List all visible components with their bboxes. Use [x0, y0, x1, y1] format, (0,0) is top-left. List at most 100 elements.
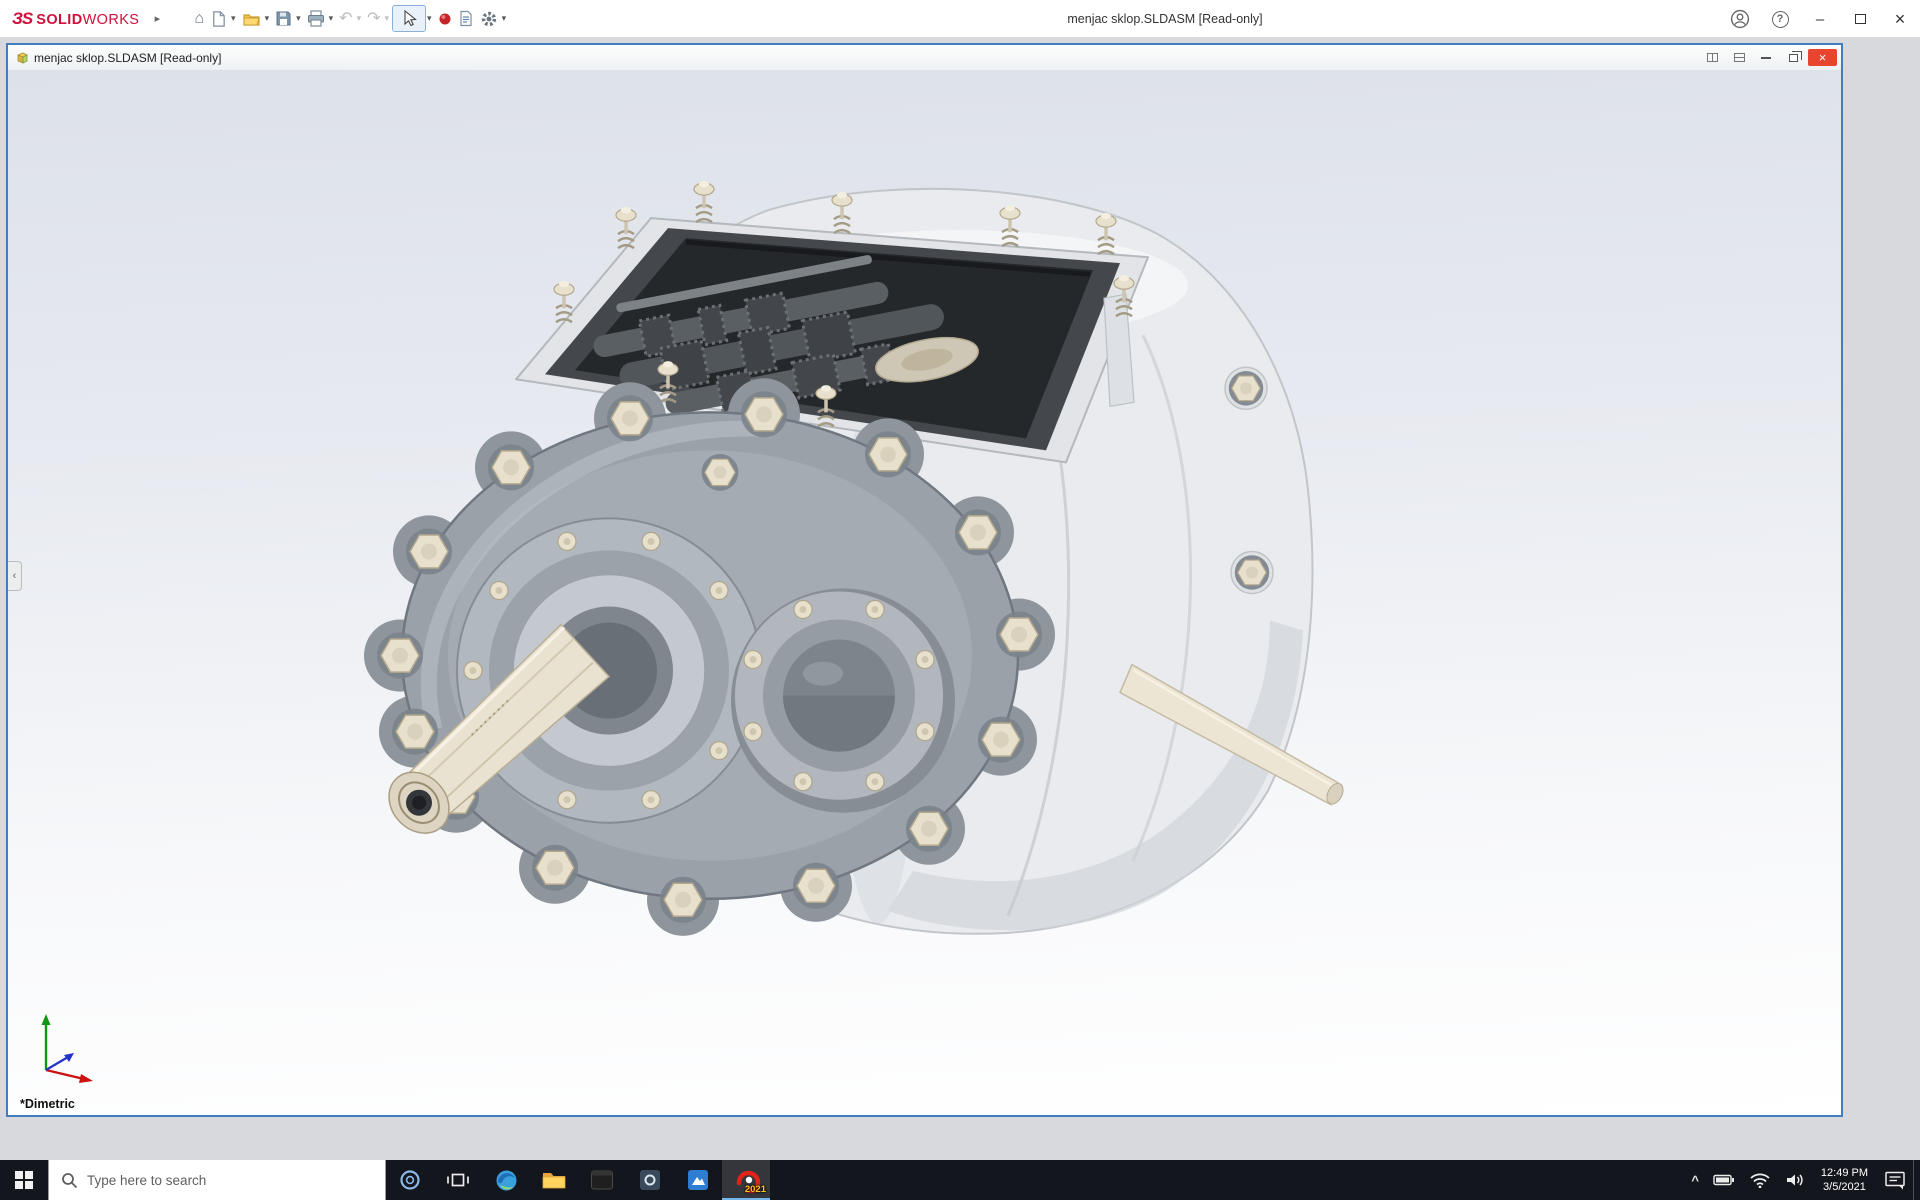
undo-icon: ↶ [339, 9, 353, 27]
tile-window-button[interactable] [1700, 49, 1724, 66]
file-explorer-icon [542, 1173, 566, 1189]
solidworks-logo: ЗS SOLID WORKS [12, 9, 139, 29]
app-2-icon [640, 1170, 660, 1190]
doc-minimize-button[interactable] [1754, 49, 1778, 66]
macro-button[interactable] [435, 5, 455, 33]
taskbar-clock[interactable]: 12:49 PM 3/5/2021 [1812, 1160, 1877, 1200]
home-button[interactable]: ⌂ [191, 5, 207, 33]
save-icon [276, 11, 291, 26]
options-button[interactable] [477, 5, 501, 33]
volume-icon [1786, 1174, 1803, 1186]
taskbar-file-explorer-button[interactable] [530, 1160, 578, 1200]
close-icon: × [1894, 8, 1906, 29]
redo-dropdown-arrow[interactable]: ▾ [385, 13, 390, 24]
account-button[interactable] [1720, 0, 1760, 38]
orientation-triad [41, 1014, 93, 1083]
ds-logo-icon: ЗS [12, 8, 33, 28]
save-button[interactable] [272, 5, 295, 33]
doc-close-icon: × [1818, 50, 1827, 65]
undo-button[interactable]: ↶ [336, 5, 355, 33]
app-titlebar: ЗS SOLID WORKS ▸ ⌂ ▾ ▾ ▾ ▾ ↶ ▾ ↷ ▾ ▾ ▾ m… [0, 0, 1920, 38]
panel-collapse-tab[interactable]: ‹ [8, 561, 22, 592]
brand-works-text: WORKS [82, 11, 140, 28]
select-cursor-icon [403, 10, 417, 27]
show-desktop-button[interactable] [1913, 1160, 1920, 1200]
new-document-icon [213, 10, 225, 27]
file-properties-button[interactable] [455, 5, 477, 33]
clock-date: 3/5/2021 [1823, 1181, 1866, 1193]
battery-icon [1713, 1174, 1734, 1186]
cortana-button[interactable] [386, 1160, 434, 1200]
taskbar-solidworks-button[interactable]: 2021 [722, 1160, 770, 1200]
taskbar-app-2-button[interactable] [626, 1160, 674, 1200]
app-title: menjac sklop.SLDASM [Read-only] [1067, 12, 1263, 26]
close-button[interactable]: × [1880, 0, 1920, 38]
new-dropdown-arrow[interactable]: ▾ [231, 13, 236, 24]
minimize-icon: – [1815, 10, 1825, 28]
panel-collapse-icon: ‹ [12, 570, 17, 583]
select-tool-button[interactable] [392, 5, 427, 32]
taskbar-edge-button[interactable] [482, 1160, 530, 1200]
redo-button[interactable]: ↷ [364, 5, 383, 33]
doc-close-button[interactable]: × [1808, 49, 1837, 66]
open-button[interactable] [239, 5, 264, 33]
start-button[interactable] [0, 1160, 48, 1200]
volume-button[interactable] [1778, 1160, 1812, 1200]
print-icon [307, 10, 324, 27]
tile-vertical-icon [1706, 53, 1718, 62]
save-dropdown-arrow[interactable]: ▾ [296, 13, 301, 24]
tile-horizontal-icon [1733, 53, 1745, 62]
windows-logo-icon [15, 1171, 33, 1189]
taskbar-app-3-button[interactable] [674, 1160, 722, 1200]
print-button[interactable] [304, 5, 328, 33]
minimize-button[interactable]: – [1800, 0, 1840, 38]
task-view-icon [447, 1173, 469, 1187]
battery-button[interactable] [1706, 1160, 1742, 1200]
options-dropdown-arrow[interactable]: ▾ [502, 13, 507, 24]
action-center-button[interactable] [1877, 1160, 1913, 1200]
assembly-icon [16, 52, 28, 64]
undo-dropdown-arrow[interactable]: ▾ [357, 13, 362, 24]
maximize-button[interactable] [1840, 0, 1880, 38]
doc-restore-icon [1788, 50, 1802, 62]
mdi-client-area: menjac sklop.SLDASM [Read-only] × ‹ *Dim… [0, 38, 1920, 1160]
file-properties-icon [459, 10, 472, 27]
network-button[interactable] [1742, 1160, 1778, 1200]
clock-time: 12:49 PM [1820, 1167, 1868, 1179]
quick-access-toolbar: ⌂ ▾ ▾ ▾ ▾ ↶ ▾ ↷ ▾ ▾ ▾ [191, 0, 509, 37]
doc-restore-button[interactable] [1781, 49, 1805, 66]
view-orientation-label: *Dimetric [20, 1097, 75, 1111]
select-dropdown-arrow[interactable]: ▾ [427, 13, 432, 24]
window-controls: ? – × [1720, 0, 1920, 38]
help-button[interactable]: ? [1760, 0, 1800, 38]
task-view-button[interactable] [434, 1160, 482, 1200]
cortana-icon [400, 1170, 420, 1190]
graphics-viewport[interactable]: ‹ *Dimetric [8, 70, 1841, 1115]
search-placeholder: Type here to search [87, 1172, 207, 1188]
maximize-icon [1854, 14, 1866, 24]
taskbar-search[interactable]: Type here to search [48, 1160, 386, 1200]
menu-expand-arrow[interactable]: ▸ [149, 12, 165, 25]
print-dropdown-arrow[interactable]: ▾ [329, 13, 334, 24]
hidden-icons-button[interactable]: ^ [1684, 1160, 1706, 1200]
system-tray: ^ 12:49 PM 3/5/2021 [1684, 1160, 1920, 1200]
help-icon: ? [1771, 10, 1789, 28]
gearbox-model[interactable] [8, 70, 1841, 1115]
document-window-controls: × [1700, 49, 1837, 66]
redo-icon: ↷ [367, 9, 381, 27]
document-titlebar[interactable]: menjac sklop.SLDASM [Read-only] × [8, 45, 1841, 70]
cascade-window-button[interactable] [1727, 49, 1751, 66]
edge-icon [496, 1170, 516, 1190]
app-3-icon [688, 1170, 708, 1190]
taskbar-app-terminal-button[interactable] [578, 1160, 626, 1200]
search-icon [62, 1172, 78, 1188]
document-title: menjac sklop.SLDASM [Read-only] [34, 50, 222, 65]
solidworks-version-badge: 2021 [744, 1184, 766, 1195]
tray-expand-icon: ^ [1691, 1172, 1699, 1188]
bearing-cover[interactable] [731, 588, 955, 813]
taskbar: Type here to search 2021 ^ 12:49 PM 3/5/… [0, 1160, 1920, 1200]
new-document-button[interactable] [207, 5, 230, 33]
doc-minimize-icon [1761, 56, 1771, 59]
red-sphere-icon [439, 13, 451, 24]
open-dropdown-arrow[interactable]: ▾ [265, 13, 270, 24]
